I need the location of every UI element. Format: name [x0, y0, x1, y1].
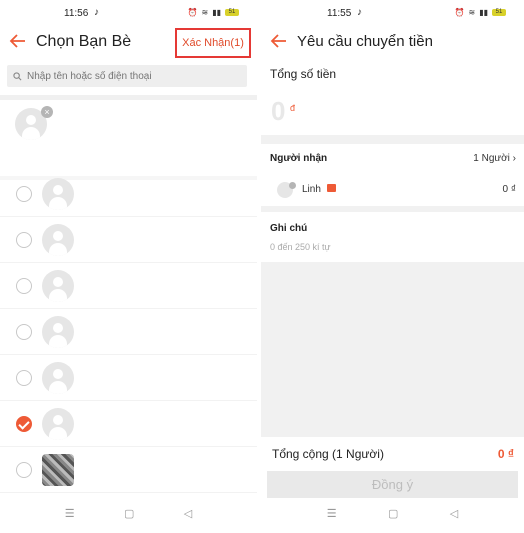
back-arrow-icon[interactable] — [269, 31, 289, 51]
wifi-icon: ≋ — [201, 8, 209, 17]
tiktok-icon: ♪ — [357, 7, 362, 18]
summary-label: Tổng cộng (1 Người) — [272, 447, 384, 461]
note-label: Ghi chú — [270, 223, 308, 234]
recipient-name: Linh — [302, 184, 321, 195]
status-icons: ⏰ ≋ ▮▮ 51 — [455, 8, 506, 17]
avatar — [42, 362, 74, 394]
status-time: 11:55 — [327, 8, 352, 19]
status-time: 11:56 — [64, 8, 89, 19]
search-input[interactable] — [27, 70, 237, 82]
total-amount-label: Tổng số tiền — [270, 67, 337, 81]
android-nav-bar: ☰ ▢ ◁ — [261, 493, 524, 533]
recipient-amount: 0 ₫ — [502, 184, 516, 195]
friend-row[interactable] — [0, 171, 257, 217]
page-title: Yêu cầu chuyển tiền — [297, 33, 433, 50]
checkbox[interactable] — [16, 324, 32, 340]
empty-area — [261, 262, 524, 437]
note-input[interactable]: 0 đến 250 kí tự — [270, 242, 331, 252]
section-divider — [261, 135, 524, 144]
friend-row[interactable] — [0, 355, 257, 401]
avatar — [42, 454, 74, 486]
status-icons: ⏰ ≋ ▮▮ 51 — [188, 8, 239, 17]
signal-icon: ▮▮ — [212, 8, 221, 17]
amount-input[interactable]: 0 — [271, 96, 285, 127]
wifi-icon: ≋ — [468, 8, 476, 17]
summary-amount: 0 ₫ — [497, 447, 514, 461]
selected-friend-chip[interactable]: × — [15, 106, 53, 140]
friend-row[interactable] — [0, 309, 257, 355]
signal-icon: ▮▮ — [479, 8, 488, 17]
checkbox[interactable] — [16, 370, 32, 386]
recipients-label: Người nhận — [270, 153, 328, 164]
friend-row[interactable] — [0, 217, 257, 263]
alarm-icon: ⏰ — [454, 8, 465, 17]
avatar — [42, 178, 74, 210]
home-icon[interactable]: ▢ — [388, 507, 398, 520]
confirm-button[interactable]: Xác Nhận(1) — [175, 28, 251, 58]
battery-icon: 51 — [225, 9, 239, 16]
search-icon — [13, 71, 22, 80]
alarm-icon: ⏰ — [187, 8, 198, 17]
tiktok-icon: ♪ — [94, 7, 99, 18]
section-divider — [261, 206, 524, 212]
page-title: Chọn Bạn Bè — [36, 33, 132, 50]
home-icon[interactable]: ▢ — [124, 507, 134, 520]
section-divider — [0, 95, 257, 100]
friend-row[interactable] — [0, 447, 257, 493]
status-bar: 11:55 ♪ ⏰ ≋ ▮▮ 51 — [261, 0, 524, 28]
recent-apps-icon[interactable]: ☰ — [65, 507, 75, 520]
back-icon[interactable]: ◁ — [184, 507, 192, 520]
recipients-count: 1 Người — [473, 153, 510, 164]
chevron-right-icon: › — [512, 153, 516, 164]
top-bar: Yêu cầu chuyển tiền — [261, 28, 524, 58]
recipients-count-link[interactable]: 1 Người › — [473, 153, 516, 164]
checkbox[interactable] — [16, 462, 32, 478]
avatar — [42, 270, 74, 302]
recent-apps-icon[interactable]: ☰ — [327, 507, 337, 520]
battery-icon: 51 — [492, 9, 506, 16]
search-bar[interactable] — [7, 65, 247, 87]
checkbox[interactable] — [16, 278, 32, 294]
checkbox[interactable] — [16, 232, 32, 248]
request-transfer-screen: 11:55 ♪ ⏰ ≋ ▮▮ 51 Yêu cầu chuyển tiền Tổ… — [261, 0, 524, 533]
checkbox[interactable] — [16, 186, 32, 202]
avatar — [42, 316, 74, 348]
friend-row[interactable] — [0, 401, 257, 447]
choose-friends-screen: 11:56 ♪ ⏰ ≋ ▮▮ 51 Chọn Bạn Bè Xác Nhận(1… — [0, 0, 257, 533]
remove-icon[interactable] — [289, 182, 296, 189]
checkbox-checked[interactable] — [16, 416, 32, 432]
gift-icon — [327, 184, 336, 192]
currency-symbol: đ — [290, 103, 296, 113]
top-bar: Chọn Bạn Bè Xác Nhận(1) — [0, 28, 257, 58]
avatar — [42, 408, 74, 440]
status-bar: 11:56 ♪ ⏰ ≋ ▮▮ 51 — [0, 0, 257, 28]
back-arrow-icon[interactable] — [8, 31, 28, 51]
back-icon[interactable]: ◁ — [450, 507, 458, 520]
friend-row[interactable] — [0, 263, 257, 309]
remove-icon[interactable]: × — [41, 106, 53, 118]
avatar — [42, 224, 74, 256]
android-nav-bar: ☰ ▢ ◁ — [0, 493, 257, 533]
